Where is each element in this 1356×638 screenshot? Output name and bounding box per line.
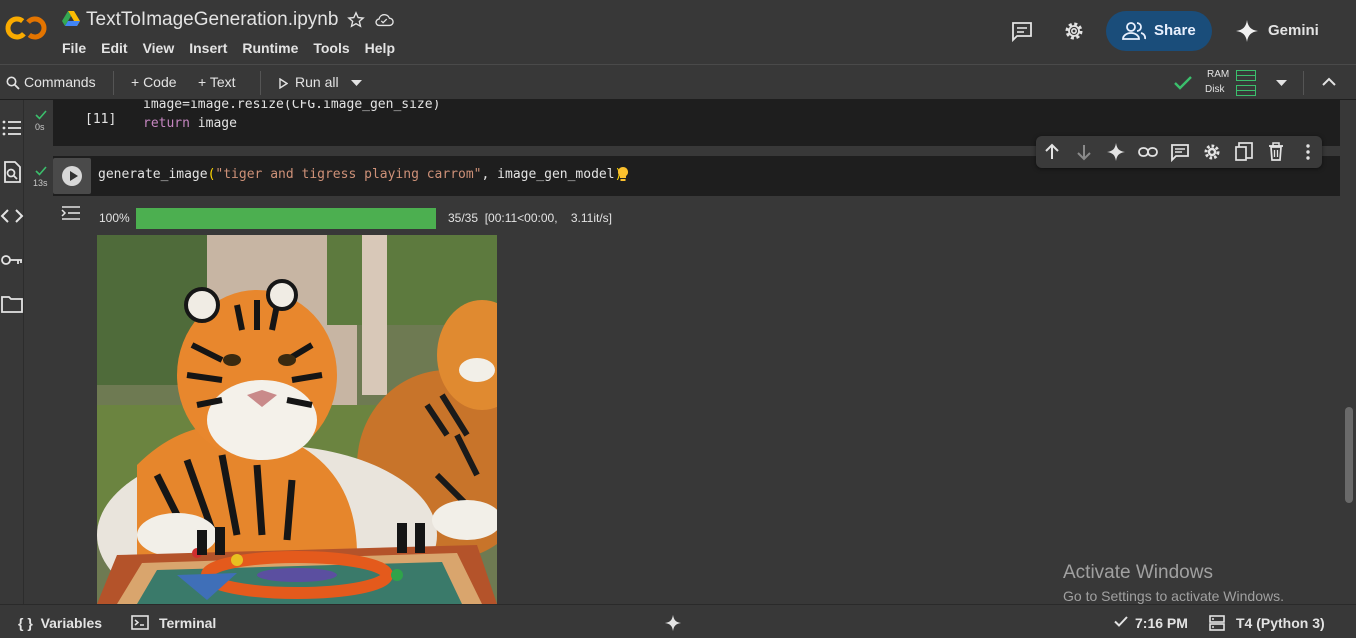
menu-view[interactable]: View <box>143 40 175 56</box>
code-line[interactable]: image=image.resize(CFG.image_gen_size) <box>143 100 440 112</box>
watermark-title: Activate Windows <box>1063 562 1213 583</box>
terminal-icon[interactable] <box>131 615 149 630</box>
variables-button[interactable]: { } Variables <box>18 615 102 631</box>
menu-help[interactable]: Help <box>365 40 395 56</box>
cell-gutter: 0s <box>25 100 52 146</box>
share-label: Share <box>1154 22 1196 39</box>
code-line[interactable]: generate_image("tiger and tigress playin… <box>98 167 622 182</box>
terminal-button[interactable]: Terminal <box>159 615 216 631</box>
share-button[interactable]: Share <box>1106 11 1212 51</box>
menu-file[interactable]: File <box>62 40 86 56</box>
code-line[interactable]: return image <box>143 116 237 131</box>
gemini-sparkle-icon <box>1236 20 1258 42</box>
play-icon <box>70 171 78 181</box>
menubar: File Edit View Insert Runtime Tools Help <box>62 40 410 56</box>
cloud-saved-icon[interactable] <box>374 11 394 29</box>
notebook-toolbar: Commands + Code + Text Run all RAM Disk <box>0 64 1356 100</box>
progress-bar <box>136 208 436 229</box>
toolbar-divider <box>1303 71 1304 95</box>
menu-runtime[interactable]: Runtime <box>242 40 298 56</box>
output-actions-icon[interactable] <box>60 203 82 223</box>
cell-action-toolbar <box>1036 136 1322 168</box>
gear-icon[interactable] <box>1062 19 1086 43</box>
commands-button[interactable]: Commands <box>24 74 96 90</box>
notebook-main: 0s [11] image=image.resize(CFG.image_gen… <box>25 100 1356 604</box>
add-text-button[interactable]: + Text <box>198 74 236 90</box>
code-args: , image_gen_model <box>481 167 615 182</box>
string-literal: "tiger and tigress playing carrom" <box>215 167 482 182</box>
run-cell-button[interactable] <box>53 158 91 194</box>
people-icon <box>1122 22 1146 40</box>
variables-label: Variables <box>40 615 103 631</box>
delete-icon[interactable] <box>1266 142 1286 162</box>
code-text: image <box>189 116 237 131</box>
menu-edit[interactable]: Edit <box>101 40 127 56</box>
drive-icon[interactable] <box>62 11 80 27</box>
add-code-button[interactable]: + Code <box>131 74 177 90</box>
exec-time: 13s <box>33 178 48 188</box>
windows-activation-watermark: Activate Windows Go to Settings to activ… <box>1063 562 1356 604</box>
search-icon <box>6 76 20 90</box>
ram-meter <box>1236 70 1256 81</box>
menu-tools[interactable]: Tools <box>313 40 349 56</box>
link-icon[interactable] <box>1138 142 1158 162</box>
progress-fill <box>136 208 436 229</box>
runtime-type[interactable]: T4 (Python 3) <box>1236 615 1325 631</box>
toolbar-divider <box>260 71 261 95</box>
toolbar-divider <box>113 71 114 95</box>
status-bar: { } Variables Terminal 7:16 PM T4 (Pytho… <box>0 604 1356 638</box>
gemini-button[interactable]: Gemini <box>1230 11 1330 51</box>
comment-icon[interactable] <box>1010 19 1034 43</box>
key-icon[interactable] <box>0 248 24 272</box>
table-of-contents-icon[interactable] <box>0 116 24 140</box>
scrollbar-thumb[interactable] <box>1345 407 1353 503</box>
exec-count: [11] <box>85 112 117 127</box>
gemini-sparkle-icon[interactable] <box>664 614 682 632</box>
keyword: return <box>143 116 190 131</box>
play-icon <box>279 78 288 89</box>
check-icon <box>1114 616 1128 627</box>
braces-icon: { } <box>18 615 33 631</box>
success-check-icon <box>35 110 47 120</box>
menu-insert[interactable]: Insert <box>189 40 227 56</box>
colab-logo[interactable] <box>5 14 47 42</box>
disk-meter <box>1236 85 1256 96</box>
move-up-icon[interactable] <box>1042 142 1062 162</box>
last-run-time[interactable]: 7:16 PM <box>1135 615 1188 631</box>
function-name: generate_image <box>98 167 208 182</box>
progress-percent: 100% <box>99 211 130 225</box>
resource-monitor[interactable]: RAM Disk <box>1173 68 1293 98</box>
comment-icon[interactable] <box>1170 142 1190 162</box>
star-icon[interactable] <box>347 11 365 29</box>
exec-time: 0s <box>35 122 45 132</box>
connected-check-icon <box>1174 76 1192 90</box>
code-snippets-icon[interactable] <box>0 204 24 228</box>
success-check-icon <box>35 166 47 176</box>
run-all-button[interactable]: Run all <box>295 74 339 90</box>
watermark-subtitle: Go to Settings to activate Windows. <box>1063 588 1284 604</box>
disk-label: Disk <box>1205 84 1225 95</box>
gear-icon[interactable] <box>1202 142 1222 162</box>
notebook-title[interactable]: TextToImageGeneration.ipynb <box>86 9 338 31</box>
gemini-label: Gemini <box>1268 22 1319 39</box>
header: TextToImageGeneration.ipynb File Edit Vi… <box>0 0 1356 64</box>
left-sidebar <box>0 100 24 604</box>
find-replace-icon[interactable] <box>0 160 24 184</box>
generated-image <box>97 235 497 604</box>
chevron-down-icon[interactable] <box>1276 80 1287 87</box>
chevron-up-icon[interactable] <box>1322 77 1336 86</box>
cell-gutter: 13s <box>25 156 52 196</box>
chevron-down-icon[interactable] <box>351 80 362 87</box>
lightbulb-icon[interactable] <box>617 166 629 182</box>
move-down-icon[interactable] <box>1074 142 1094 162</box>
folder-icon[interactable] <box>0 292 24 316</box>
more-options-icon[interactable] <box>1298 142 1318 162</box>
mirror-cell-icon[interactable] <box>1234 142 1254 162</box>
runtime-icon[interactable] <box>1209 615 1225 631</box>
progress-stats: 35/35 [00:11<00:00, 3.11it/s] <box>448 211 613 225</box>
ram-label: RAM <box>1207 69 1230 80</box>
gemini-sparkle-icon[interactable] <box>1106 142 1126 162</box>
